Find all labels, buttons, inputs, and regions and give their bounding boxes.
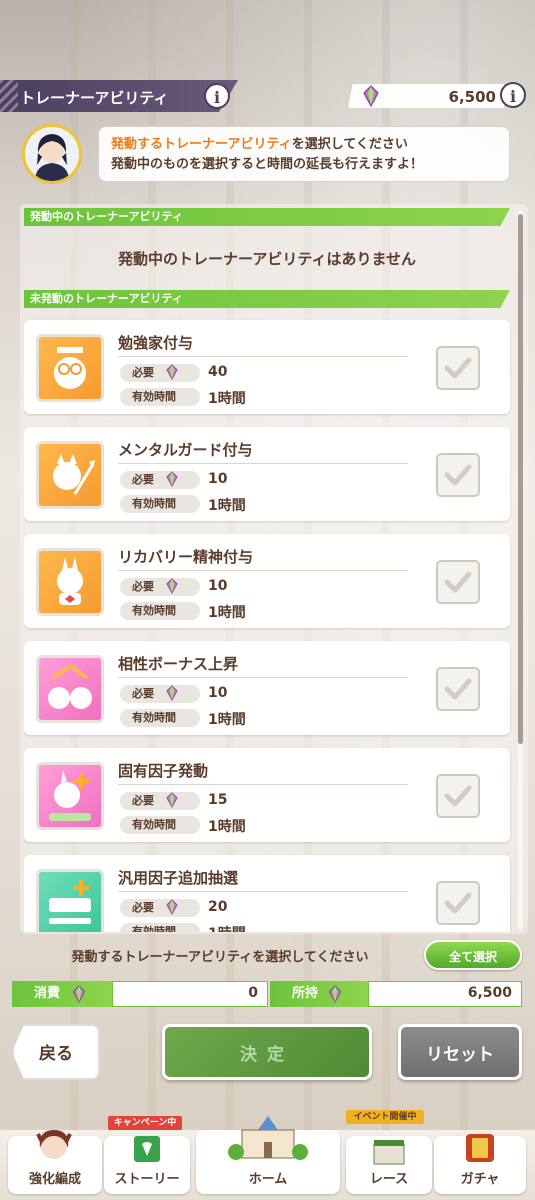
active-empty-message: 発動中のトレーナーアビリティはありません [117, 250, 417, 268]
ability-card[interactable]: 汎用因子追加抽選 必要 20 有効時間 1時間 [24, 855, 510, 932]
consume-value: 0 [248, 985, 258, 1001]
ability-name: メンタルガード付与 [118, 441, 253, 459]
trainer-portrait-icon [25, 127, 79, 181]
ability-card[interactable]: 勉強家付与 必要 40 有効時間 1時間 [24, 320, 510, 414]
ability-duration: 1時間 [208, 498, 246, 514]
page-title: トレーナーアビリティ [20, 89, 169, 107]
ability-checkbox[interactable] [436, 881, 480, 925]
affinity-bonus-icon [36, 655, 104, 723]
ability-cost: 20 [208, 899, 228, 915]
gem-icon [166, 471, 178, 488]
nav-label-gacha: ガチャ [460, 1172, 500, 1187]
ability-cost: 10 [208, 685, 228, 701]
check-icon [444, 357, 472, 379]
ability-checkbox[interactable] [436, 774, 480, 818]
ability-duration: 1時間 [208, 712, 246, 728]
campaign-badge: キャンペーン中 [108, 1116, 182, 1130]
select-prompt: 発動するトレーナーアビリティを選択してください [71, 950, 369, 965]
ability-name: 相性ボーナス上昇 [118, 655, 239, 673]
ability-list: 勉強家付与 必要 40 有効時間 1時間 メンタルガード付与 必要 10 有効時… [24, 318, 518, 932]
scrollbar-thumb[interactable] [518, 214, 523, 744]
message-highlight: 発動するトレーナーアビリティ [111, 137, 292, 152]
ability-name: 固有因子発動 [118, 762, 209, 780]
required-label: 必要 [120, 471, 200, 489]
instruction-message: 発動するトレーナーアビリティを選択してください 発動中のものを選択すると時間の延… [98, 126, 510, 182]
info-icon[interactable]: i [204, 83, 230, 109]
decide-button[interactable]: 決定 [162, 1024, 372, 1080]
gem-icon [166, 899, 178, 916]
gem-icon [363, 85, 379, 108]
gacha-icon [466, 1134, 494, 1162]
required-label: 必要 [120, 364, 200, 382]
unique-factor-icon [36, 762, 104, 830]
story-icon [134, 1136, 160, 1162]
check-icon [444, 464, 472, 486]
currency-value: 6,500 [448, 88, 496, 106]
message-line1: を選択してください [291, 137, 408, 152]
general-factor-icon [36, 869, 104, 932]
check-icon [444, 892, 472, 914]
message-line2: 発動中のものを選択すると時間の延長も行えますよ！ [111, 157, 424, 172]
enhance-icon [36, 1130, 72, 1159]
ability-card[interactable]: リカバリー精神付与 必要 10 有効時間 1時間 [24, 534, 510, 628]
gem-icon [166, 685, 178, 702]
mental-guard-icon [36, 441, 104, 509]
inactive-section-header: 未発動のトレーナーアビリティ [24, 290, 510, 308]
home-icon [228, 1116, 308, 1160]
own-value: 6,500 [467, 985, 512, 1001]
gem-icon [166, 578, 178, 595]
gem-icon [166, 364, 178, 381]
currency-info-icon[interactable]: i [500, 82, 526, 108]
reset-button[interactable]: リセット [398, 1024, 522, 1080]
ability-checkbox[interactable] [436, 453, 480, 497]
nav-label-race: レース [369, 1172, 409, 1187]
duration-label: 有効時間 [120, 388, 200, 406]
duration-label: 有効時間 [120, 602, 200, 620]
event-badge: イベント開催中 [346, 1110, 424, 1124]
required-label: 必要 [120, 578, 200, 596]
required-label: 必要 [120, 685, 200, 703]
race-icon [373, 1140, 405, 1165]
recovery-icon [36, 548, 104, 616]
gem-icon [166, 792, 178, 809]
duration-label: 有効時間 [120, 495, 200, 513]
select-all-button[interactable]: 全て選択 [424, 940, 522, 970]
ability-name: リカバリー精神付与 [118, 548, 254, 566]
ability-cost: 10 [208, 471, 228, 487]
ability-name: 勉強家付与 [118, 334, 194, 352]
ability-cost: 10 [208, 578, 228, 594]
required-label: 必要 [120, 899, 200, 917]
ability-card[interactable]: 固有因子発動 必要 15 有効時間 1時間 [24, 748, 510, 842]
active-section-header: 発動中のトレーナーアビリティ [24, 208, 510, 226]
duration-label: 有効時間 [120, 816, 200, 834]
gem-icon [328, 985, 342, 1004]
ability-cost: 40 [208, 364, 228, 380]
ability-duration: 1時間 [208, 923, 246, 932]
ability-checkbox[interactable] [436, 560, 480, 604]
ability-name: 汎用因子追加抽選 [118, 869, 239, 887]
consume-label: 消費 [12, 981, 112, 1007]
trainer-avatar [22, 124, 82, 184]
back-button[interactable]: 戻る [12, 1024, 100, 1080]
ability-checkbox[interactable] [436, 667, 480, 711]
nav-label-home: ホーム [248, 1172, 288, 1187]
ability-duration: 1時間 [208, 605, 246, 621]
duration-label: 有効時間 [120, 923, 200, 932]
ability-card[interactable]: メンタルガード付与 必要 10 有効時間 1時間 [24, 427, 510, 521]
duration-label: 有効時間 [120, 709, 200, 727]
ability-duration: 1時間 [208, 391, 246, 407]
ability-cost: 15 [208, 792, 228, 808]
check-icon [444, 571, 472, 593]
check-icon [444, 785, 472, 807]
nav-label-enhance: 強化編成 [28, 1172, 81, 1187]
required-label: 必要 [120, 792, 200, 810]
own-label: 所持 [270, 981, 368, 1007]
gem-icon [72, 985, 86, 1004]
ability-card[interactable]: 相性ボーナス上昇 必要 10 有効時間 1時間 [24, 641, 510, 735]
ability-checkbox[interactable] [436, 346, 480, 390]
ability-duration: 1時間 [208, 819, 246, 835]
nav-label-story: ストーリー [114, 1172, 180, 1187]
check-icon [444, 678, 472, 700]
study-owl-icon [36, 334, 104, 402]
